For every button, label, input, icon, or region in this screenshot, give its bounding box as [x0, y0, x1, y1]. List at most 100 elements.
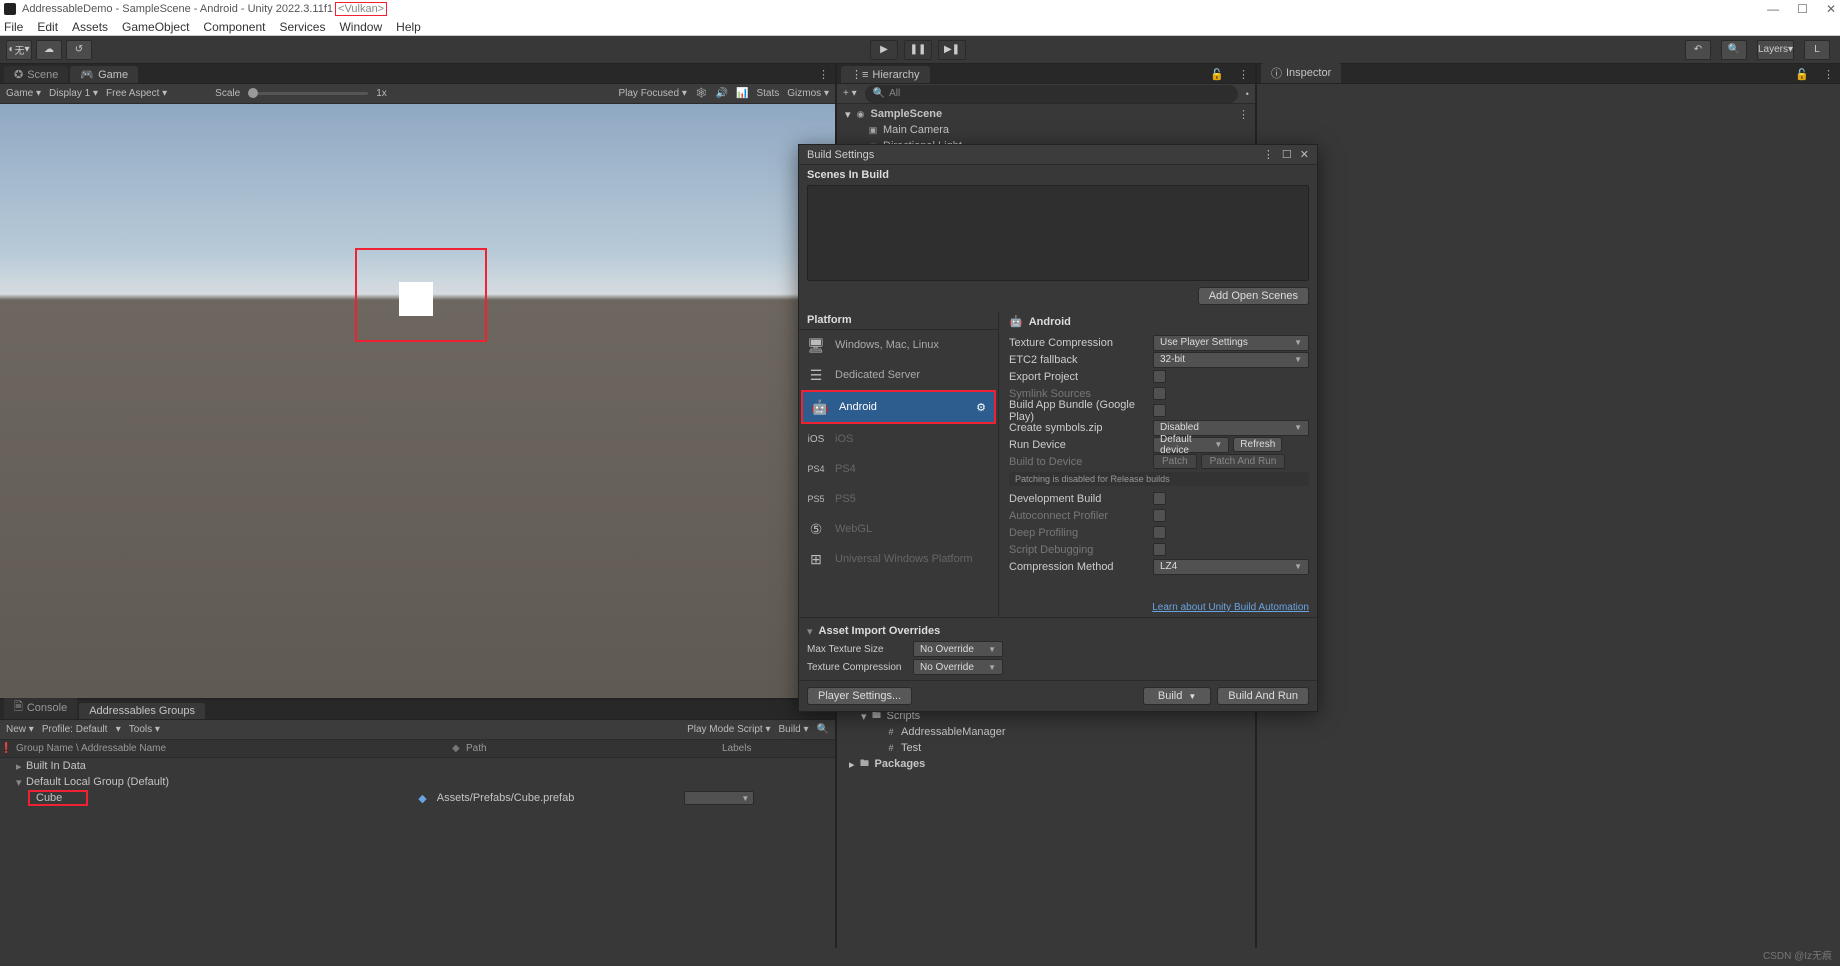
inspector-menu-icon[interactable]: ⋮ [1817, 66, 1840, 83]
playmode-dropdown[interactable]: Play Mode Script ▾ [687, 724, 770, 735]
game-view[interactable] [0, 104, 835, 698]
layout-dropdown[interactable]: L [1804, 40, 1830, 60]
platform-ps4[interactable]: PS4PS4 [799, 454, 998, 484]
minimize-icon[interactable]: — [1767, 2, 1779, 16]
menu-help[interactable]: Help [396, 20, 421, 34]
notifications-icon[interactable]: ❗ [0, 743, 12, 754]
layers-dropdown[interactable]: Layers ▾ [1757, 40, 1794, 60]
tab-game[interactable]: 🎮Game [70, 66, 138, 83]
game-dropdown[interactable]: Game ▾ [6, 88, 41, 99]
item-main-camera[interactable]: ▣Main Camera [837, 122, 1255, 138]
history-button[interactable]: ↺ [66, 40, 92, 60]
hierarchy-filter-icon[interactable]: 🞄 [1246, 88, 1249, 99]
scene-row[interactable]: ▾◉SampleScene⋮ [837, 106, 1255, 122]
platform-server[interactable]: ☰Dedicated Server [799, 360, 998, 390]
build-automation-link[interactable]: Learn about Unity Build Automation [1152, 602, 1309, 613]
pause-button[interactable]: ❚❚ [904, 40, 932, 60]
row-default-group[interactable]: ▾Default Local Group (Default) [0, 774, 835, 790]
row-builtin[interactable]: ▸Built In Data [0, 758, 835, 774]
autoconnect-checkbox [1153, 509, 1166, 522]
bw-close-icon[interactable]: ✕ [1300, 148, 1309, 161]
texcomp-override-dropdown[interactable]: No Override▼ [913, 659, 1003, 675]
bw-max-icon[interactable]: ☐ [1282, 148, 1292, 161]
tab-inspector[interactable]: ⓘ Inspector [1261, 63, 1341, 83]
max-texture-dropdown[interactable]: No Override▼ [913, 641, 1003, 657]
play-button[interactable]: ▶ [870, 40, 898, 60]
hierarchy-menu-icon[interactable]: ⋮ [1232, 66, 1255, 83]
menu-edit[interactable]: Edit [37, 20, 58, 34]
scale-slider[interactable] [248, 92, 368, 95]
gizmos-dropdown[interactable]: Gizmos ▾ [787, 88, 829, 99]
row-cube[interactable]: Cube ◆ Assets/Prefabs/Cube.prefab ▼ [0, 790, 835, 806]
tools-dropdown[interactable]: Tools ▾ [129, 724, 160, 735]
add-open-scenes-button[interactable]: Add Open Scenes [1198, 287, 1309, 305]
addressables-panel: 🗎 Console Addressables Groups New ▾ Prof… [0, 698, 835, 948]
search-button[interactable]: 🔍 [1721, 40, 1747, 60]
build-dropdown[interactable]: Build ▾ [778, 724, 808, 735]
platform-android[interactable]: 🤖Android⚙ [803, 392, 994, 422]
game-icon: 🎮 [80, 68, 94, 81]
mute-icon[interactable]: 🕸 [695, 88, 708, 99]
hierarchy-search[interactable]: 🔍 All [865, 85, 1238, 103]
profile-dropdown[interactable]: Profile: Default ▾ [42, 724, 121, 735]
display-dropdown[interactable]: Display 1 ▾ [49, 88, 98, 99]
compression-dropdown[interactable]: LZ4▼ [1153, 559, 1309, 575]
proj-addrmgr[interactable]: #AddressableManager [837, 724, 1255, 740]
tab-console[interactable]: 🗎 Console [4, 696, 77, 719]
ios-icon: iOS [807, 430, 825, 448]
stats-toggle[interactable]: Stats [756, 88, 779, 99]
aab-checkbox[interactable] [1153, 404, 1166, 417]
create-dropdown[interactable]: + ▾ [843, 88, 857, 99]
export-project-checkbox[interactable] [1153, 370, 1166, 383]
header-group[interactable]: Group Name \ Addressable Name [12, 743, 452, 754]
account-button[interactable]: ◐ 无 ▾ [6, 40, 32, 60]
labels-dropdown[interactable]: ▼ [684, 791, 754, 805]
platform-ios[interactable]: iOSiOS [799, 424, 998, 454]
platform-uwp[interactable]: ⊞Universal Windows Platform [799, 544, 998, 574]
undo-history-button[interactable]: ↶ [1685, 40, 1711, 60]
menu-component[interactable]: Component [203, 20, 265, 34]
run-device-dropdown[interactable]: Default device▼ [1153, 437, 1229, 453]
proj-packages[interactable]: ▸🖿Packages [837, 756, 1255, 772]
settings-icon[interactable]: ⚙ [976, 401, 986, 414]
menu-services[interactable]: Services [279, 20, 325, 34]
tab-hierarchy[interactable]: ⋮≡ Hierarchy [841, 66, 930, 83]
audio-icon[interactable]: 🔊 [716, 88, 728, 99]
menu-file[interactable]: File [4, 20, 23, 34]
menu-gameobject[interactable]: GameObject [122, 20, 189, 34]
header-path[interactable]: Path [466, 743, 722, 754]
inspector-lock-icon[interactable]: 🔓 [1789, 66, 1815, 83]
cloud-button[interactable]: ☁ [36, 40, 62, 60]
panel-menu-icon[interactable]: ⋮ [812, 66, 835, 83]
player-settings-button[interactable]: Player Settings... [807, 687, 912, 705]
ps5-icon: PS5 [807, 490, 825, 508]
bw-menu-icon[interactable]: ⋮ [1263, 148, 1274, 161]
maximize-icon[interactable]: ☐ [1797, 2, 1808, 16]
platform-webgl[interactable]: ⑤WebGL [799, 514, 998, 544]
menu-window[interactable]: Window [339, 20, 382, 34]
playfocused-dropdown[interactable]: Play Focused ▾ [618, 88, 686, 99]
tab-scene[interactable]: ✪Scene [4, 66, 68, 83]
header-labels[interactable]: Labels [722, 743, 751, 754]
close-icon[interactable]: ✕ [1826, 2, 1836, 16]
step-button[interactable]: ▶❚ [938, 40, 966, 60]
hierarchy-lock-icon[interactable]: 🔓 [1204, 66, 1230, 83]
scene-icon: ✪ [14, 68, 23, 81]
dev-build-checkbox[interactable] [1153, 492, 1166, 505]
platform-ps5[interactable]: PS5PS5 [799, 484, 998, 514]
refresh-button[interactable]: Refresh [1233, 437, 1282, 452]
tab-addressables-groups[interactable]: Addressables Groups [79, 703, 205, 719]
menu-assets[interactable]: Assets [72, 20, 108, 34]
new-dropdown[interactable]: New ▾ [6, 724, 34, 735]
scene-menu-icon[interactable]: ⋮ [1238, 108, 1255, 121]
platform-windows[interactable]: 🖥Windows, Mac, Linux [799, 330, 998, 360]
etc2-dropdown[interactable]: 32-bit▼ [1153, 352, 1309, 368]
proj-test[interactable]: #Test [837, 740, 1255, 756]
build-and-run-button[interactable]: Build And Run [1217, 687, 1309, 705]
addr-search-icon[interactable]: 🔍 [817, 724, 829, 735]
vsync-icon[interactable]: 📊 [736, 88, 748, 99]
aspect-dropdown[interactable]: Free Aspect ▾ [106, 88, 167, 99]
build-button[interactable]: Build▼ [1143, 687, 1211, 705]
texture-compression-dropdown[interactable]: Use Player Settings▼ [1153, 335, 1309, 351]
scenes-list[interactable] [807, 185, 1309, 281]
